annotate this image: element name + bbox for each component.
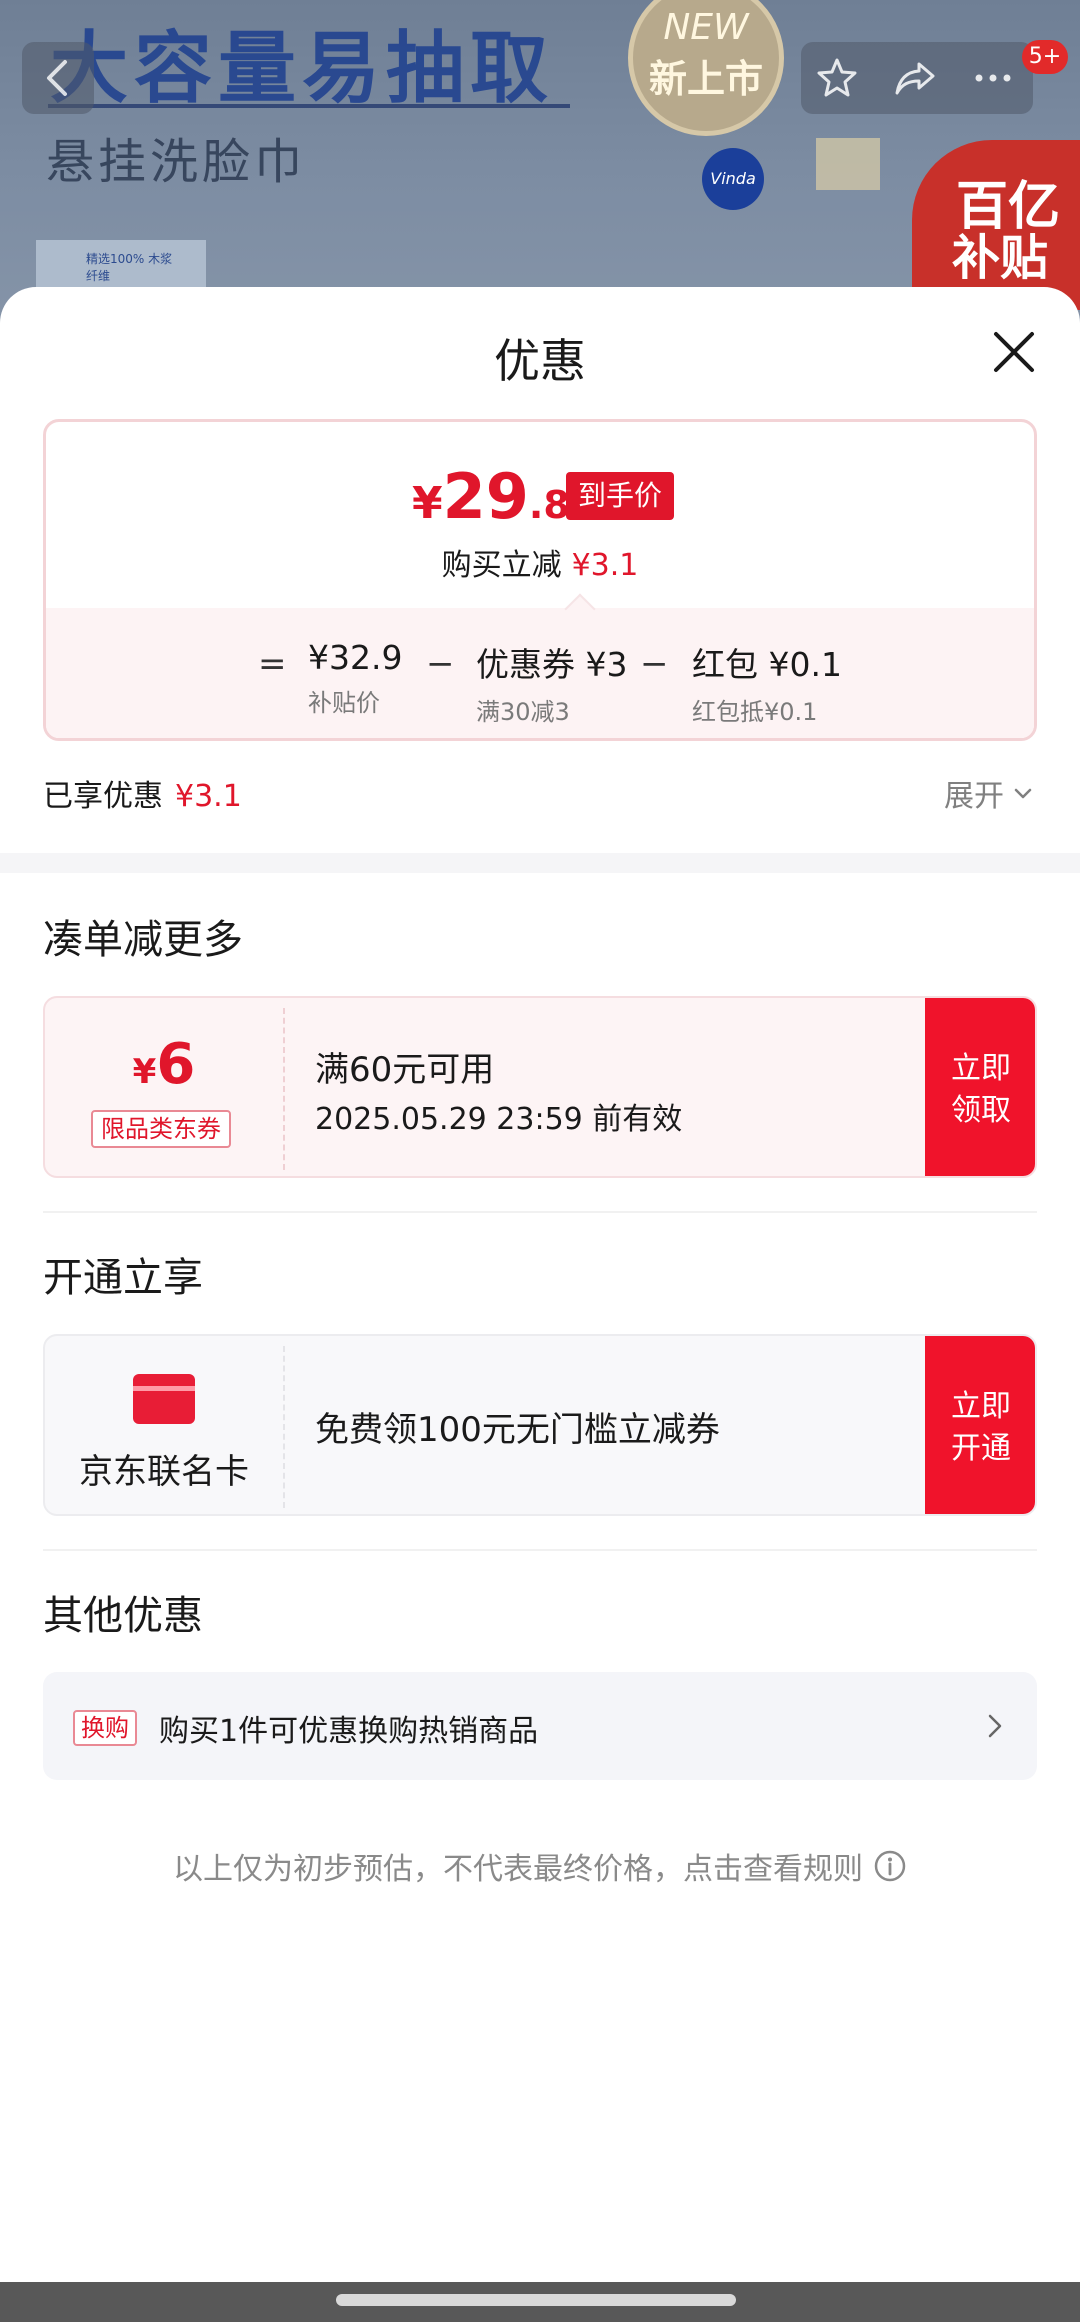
coupon-amount: ¥6: [45, 1032, 283, 1097]
instant-discount-label: 购买立减: [441, 548, 562, 583]
formula-item-red-packet: 红包 ¥0.1 红包抵¥0.1: [692, 638, 842, 727]
expand-label: 展开: [944, 779, 1004, 814]
swap-offer-row[interactable]: 换购 购买1件可优惠换购热销商品: [43, 1672, 1037, 1780]
chevron-right-icon: [988, 1714, 1002, 1738]
section-divider: [0, 853, 1080, 873]
formula-item-subsidy-price: ¥32.9 补贴价: [308, 638, 402, 718]
minus-sign: −: [640, 644, 669, 684]
section-title-more-discount: 凑单减更多: [43, 917, 243, 963]
share-icon: [895, 62, 935, 95]
formula-label: 补贴价: [308, 689, 380, 717]
swap-tag: 换购: [73, 1710, 137, 1746]
star-icon: [817, 58, 857, 97]
rules-disclaimer[interactable]: 以上仅为初步预估，不代表最终价格，点击查看规则: [0, 1844, 1080, 1888]
card-offer-separator: [283, 1346, 285, 1508]
more-button[interactable]: [971, 56, 1015, 100]
credit-card-icon: [133, 1374, 195, 1424]
formula-value: ¥32.9: [308, 638, 403, 677]
coupon-card: ¥6 限品类东券 满60元可用 2025.05.29 23:59 前有效 立即 …: [43, 996, 1037, 1178]
new-badge-cn: 新上市: [648, 57, 763, 101]
banner-underline: [48, 104, 570, 108]
favorite-button[interactable]: [815, 56, 859, 100]
brand-logo: Vinda: [702, 148, 764, 210]
enjoyed-amount: ¥3.1: [175, 779, 242, 814]
final-price-decimal: .8: [528, 483, 570, 527]
coupon-separator: [283, 1008, 285, 1170]
coupon-condition: 满60元可用: [315, 1050, 495, 1090]
claim-coupon-button[interactable]: 立即 领取: [925, 998, 1035, 1176]
final-price-currency: ¥: [412, 478, 443, 529]
back-button[interactable]: [22, 42, 94, 114]
enjoyed-label: 已享优惠: [43, 779, 163, 814]
instant-discount-line: 购买立减 ¥3.1: [46, 540, 1034, 584]
formula-label: 满30减3: [476, 698, 570, 726]
formula-value: 红包 ¥0.1: [692, 645, 842, 684]
minus-sign: −: [426, 644, 455, 684]
home-indicator[interactable]: [336, 2294, 736, 2306]
price-breakdown-card: ¥29.8 到手价 购买立减 ¥3.1 = ¥32.9 补贴价 − 优惠券 ¥3 …: [43, 419, 1037, 741]
enjoyed-discount: 已享优惠 ¥3.1: [43, 771, 242, 815]
section-title-open-enjoy: 开通立享: [43, 1255, 203, 1301]
sheet-title: 优惠: [494, 334, 586, 388]
equals-sign: =: [258, 644, 287, 684]
share-button[interactable]: [893, 56, 937, 100]
price-formula: = ¥32.9 补贴价 − 优惠券 ¥3 满30减3 − 红包 ¥0.1 红包抵…: [46, 630, 1034, 726]
coupon-value-area: ¥6 限品类东券: [45, 998, 283, 1176]
product-box-text: 精选100% 木浆纤维: [86, 252, 173, 283]
coupon-number: 6: [156, 1032, 196, 1097]
co-brand-card-offer: 京东联名卡 免费领100元无门槛立减券 立即 开通: [43, 1334, 1037, 1516]
formula-label: 红包抵¥0.1: [692, 698, 818, 726]
card-offer-description: 免费领100元无门槛立减券: [315, 1410, 720, 1450]
formula-item-coupon: 优惠券 ¥3 满30减3: [476, 638, 627, 727]
discount-sheet: 优惠 ¥29.8 到手价 购买立减 ¥3.1 = ¥32.9 补贴价 − 优惠券 …: [0, 287, 1080, 2322]
info-icon: [874, 1850, 906, 1882]
message-count-badge: 5+: [1022, 40, 1068, 74]
final-price: ¥29.8: [412, 460, 570, 533]
open-button-line1: 立即: [951, 1389, 1011, 1424]
open-button-line2: 开通: [951, 1431, 1011, 1466]
card-offer-left: 京东联名卡: [45, 1336, 283, 1514]
close-icon: [994, 332, 1034, 372]
new-badge: NEW 新上市: [628, 0, 784, 136]
coupon-validity: 2025.05.29 23:59 前有效: [315, 1102, 683, 1137]
disclaimer-text: 以上仅为初步预估，不代表最终价格，点击查看规则: [173, 1852, 863, 1887]
open-card-button[interactable]: 立即 开通: [925, 1336, 1035, 1514]
chevron-left-icon: [47, 60, 67, 96]
card-name: 京东联名卡: [79, 1452, 249, 1492]
final-price-integer: 29: [442, 460, 529, 533]
section-divider-thin: [43, 1211, 1037, 1213]
final-price-tag: 到手价: [566, 472, 675, 520]
more-icon: [975, 74, 1011, 82]
formula-value: 优惠券 ¥3: [476, 645, 628, 684]
banner-headline: 大容量易抽取: [50, 24, 555, 114]
close-button[interactable]: [990, 328, 1038, 376]
top-action-bar: [801, 42, 1033, 114]
hang-tag-image: [816, 138, 880, 190]
claim-button-line1: 立即: [951, 1051, 1011, 1086]
chevron-down-icon: [1014, 788, 1032, 799]
section-title-other: 其他优惠: [43, 1593, 203, 1639]
new-badge-en: NEW: [663, 7, 749, 48]
coupon-currency: ¥: [132, 1052, 157, 1092]
swap-offer-text: 购买1件可优惠换购热销商品: [159, 1714, 539, 1749]
instant-discount-amount: ¥3.1: [571, 548, 639, 583]
coupon-type-badge: 限品类东券: [91, 1110, 231, 1148]
banner-subheadline: 悬挂洗脸巾: [46, 134, 307, 190]
subsidy-badge: 百亿 补贴: [912, 140, 1080, 310]
subsidy-line2: 补贴: [952, 230, 1049, 286]
expand-button[interactable]: 展开: [944, 771, 1036, 815]
section-divider-thin: [43, 1549, 1037, 1551]
claim-button-line2: 领取: [951, 1093, 1011, 1128]
